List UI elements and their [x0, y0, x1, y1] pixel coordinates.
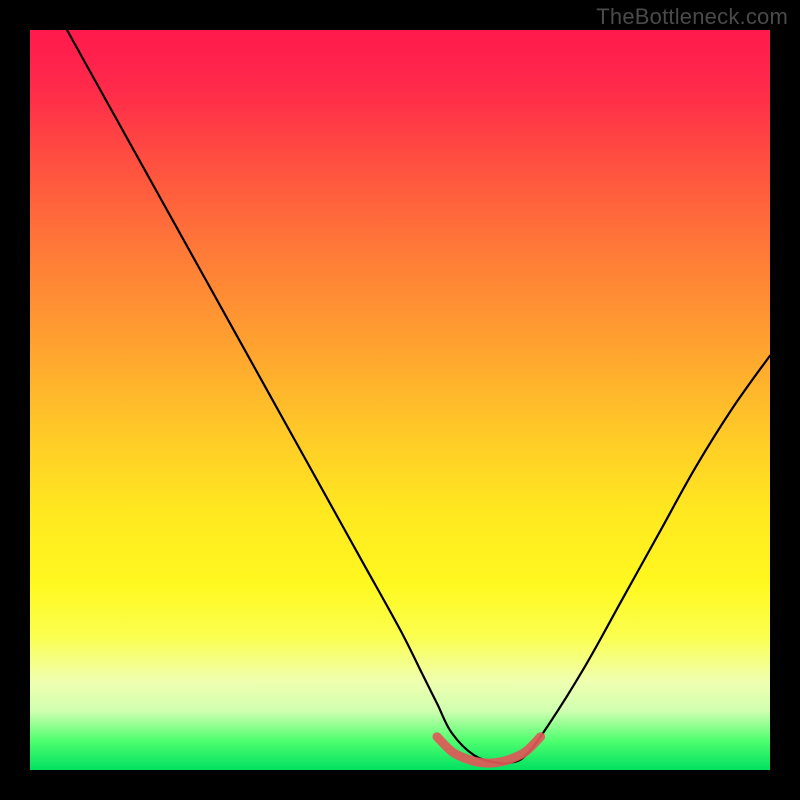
chart-svg [30, 30, 770, 770]
watermark-label: TheBottleneck.com [596, 4, 788, 30]
chart-frame: TheBottleneck.com [0, 0, 800, 800]
plot-area [30, 30, 770, 770]
optimal-band-path [437, 737, 541, 763]
bottleneck-curve-path [67, 30, 770, 764]
